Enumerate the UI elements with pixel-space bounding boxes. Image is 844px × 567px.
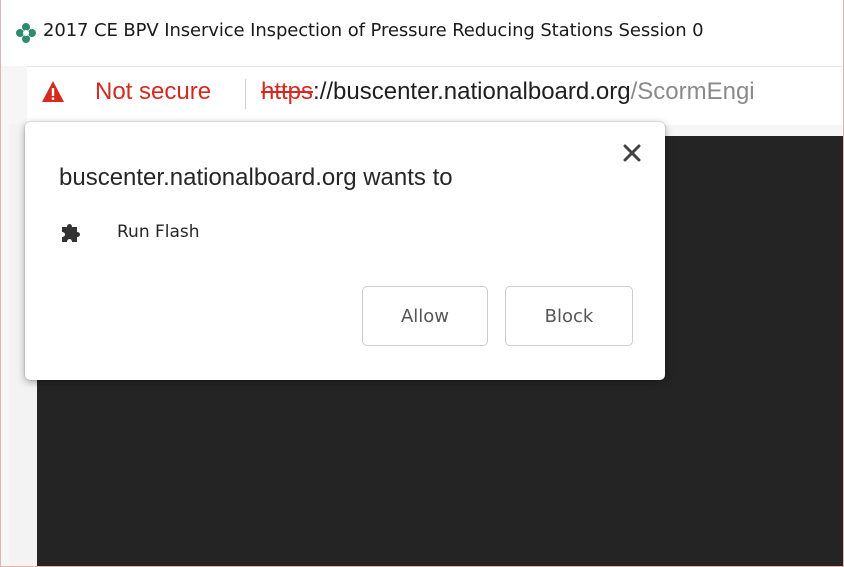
permission-prompt: buscenter.nationalboard.org wants to Run… (25, 122, 665, 380)
url-path: /ScormEngi (630, 78, 755, 105)
title-bar: 2017 CE BPV Inservice Inspection of Pres… (1, 0, 843, 66)
close-icon[interactable] (621, 142, 643, 164)
url-scheme: https (261, 78, 314, 105)
prompt-heading: buscenter.nationalboard.org wants to (59, 164, 453, 191)
url-host: ://buscenter.nationalboard.org (313, 78, 631, 105)
browser-window: 2017 CE BPV Inservice Inspection of Pres… (0, 0, 844, 567)
site-favicon-icon (15, 22, 37, 44)
security-status-label[interactable]: Not secure (95, 78, 211, 106)
address-divider (245, 79, 246, 109)
allow-button[interactable]: Allow (362, 286, 488, 346)
address-bar[interactable]: Not secure https://buscenter.nationalboa… (27, 66, 843, 125)
url-text[interactable]: https://buscenter.nationalboard.org/Scor… (261, 78, 755, 106)
window-title: 2017 CE BPV Inservice Inspection of Pres… (43, 20, 704, 41)
puzzle-piece-icon (59, 220, 83, 244)
permission-label: Run Flash (117, 222, 200, 242)
block-button[interactable]: Block (505, 286, 633, 346)
warning-triangle-icon[interactable] (41, 80, 65, 104)
